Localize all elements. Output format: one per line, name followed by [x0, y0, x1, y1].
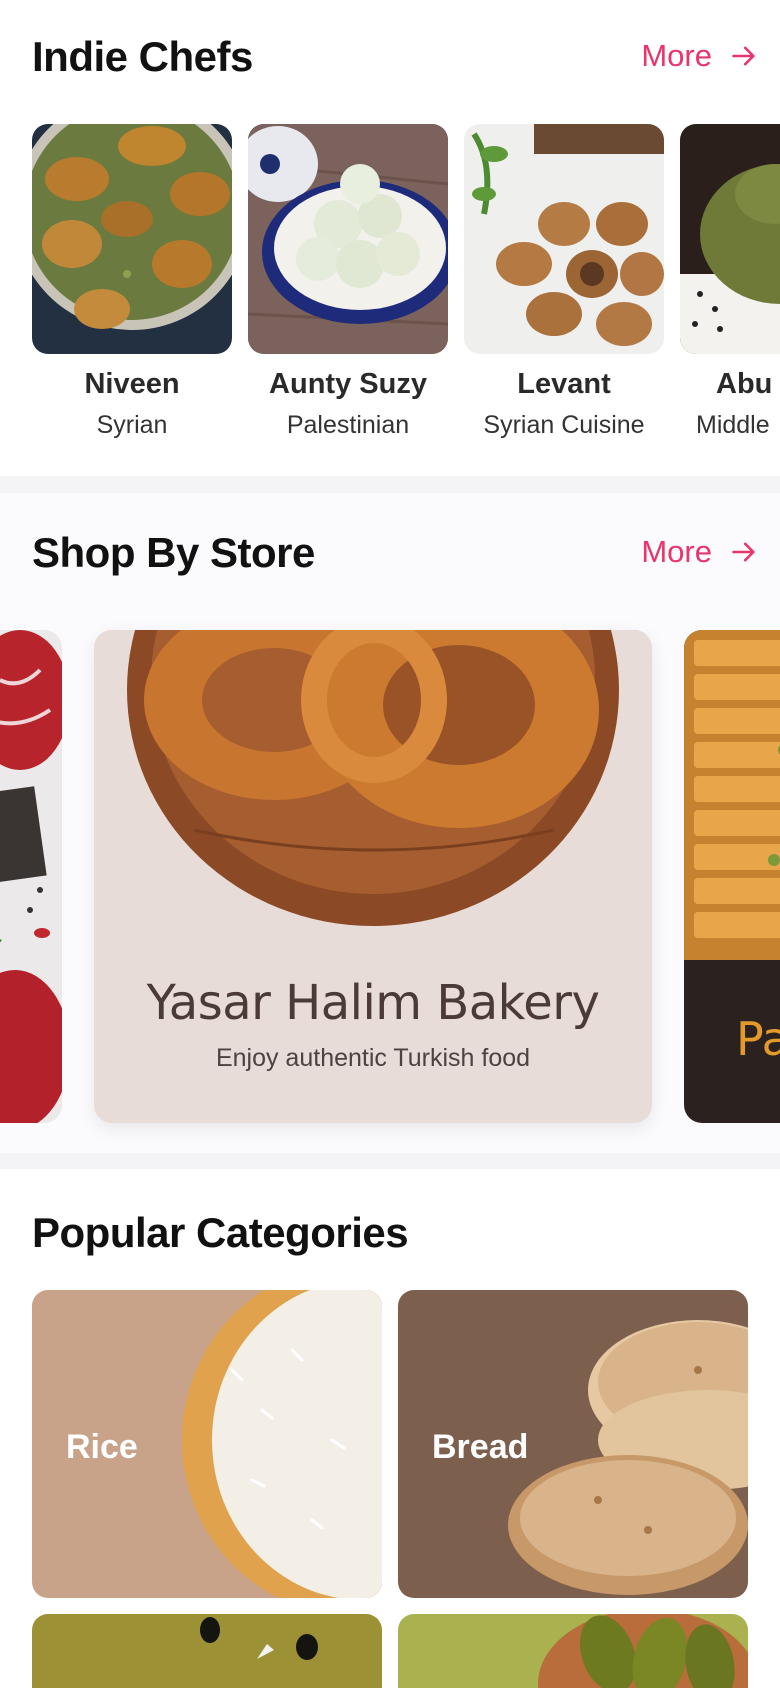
chef-card[interactable]: Aunty Suzy Palestinian [248, 124, 448, 440]
store-name: Yasar Halim Bakery [146, 975, 600, 1031]
store-card[interactable]: Pa [684, 630, 780, 1123]
chef-image [248, 124, 448, 354]
chef-card[interactable]: Abu Z Middle [680, 124, 780, 440]
section-divider [0, 476, 780, 493]
category-label: Bread [432, 1428, 529, 1466]
featured-store-card[interactable]: Yasar Halim Bakery Enjoy authentic Turki… [94, 630, 652, 1123]
section-divider [0, 1153, 780, 1169]
chef-cuisine: Middle [696, 411, 770, 439]
category-label: Rice [66, 1428, 138, 1466]
category-image [200, 1617, 318, 1660]
popular-categories-section: Popular Categories Rice Bread [0, 1169, 780, 1688]
store-card[interactable] [0, 630, 62, 1123]
store-description: Enjoy authentic Turkish food [215, 1044, 531, 1072]
section-title-popular-categories: Popular Categories [32, 1209, 409, 1256]
chef-cuisine: Syrian Cuisine [483, 411, 645, 439]
chef-name: Niveen [84, 368, 180, 400]
store-name-partial: Pa [736, 1012, 780, 1066]
section-title-indie-chefs: Indie Chefs [32, 33, 253, 80]
category-image [538, 1614, 748, 1688]
chef-image [464, 124, 664, 354]
chef-name: Levant [517, 368, 611, 400]
arrow-right-icon [732, 542, 755, 562]
chef-card[interactable]: Niveen Syrian [32, 124, 232, 440]
store-image [94, 630, 652, 960]
chef-cuisine: Palestinian [286, 411, 410, 439]
section-title-shop-by-store: Shop By Store [32, 529, 315, 576]
category-card-bread[interactable]: Bread [398, 1290, 748, 1598]
category-card[interactable] [32, 1614, 382, 1688]
chef-card[interactable]: Levant Syrian Cuisine [464, 124, 664, 440]
chef-image [32, 124, 232, 354]
chef-cuisine: Syrian [96, 411, 168, 439]
indie-chefs-section: Indie Chefs More Niveen Syrian Aunty Suz… [0, 0, 780, 476]
chefs-more-button[interactable]: More [641, 38, 758, 74]
chef-image [680, 124, 780, 354]
chef-name: Abu Z [716, 368, 780, 400]
category-card-rice[interactable]: Rice [32, 1290, 382, 1598]
shop-by-store-section: Shop By Store More Yasar Halim Bakery En… [0, 493, 780, 1153]
more-label: More [641, 534, 712, 569]
category-card[interactable] [398, 1614, 748, 1688]
store-image [0, 630, 62, 1123]
store-image [684, 630, 780, 960]
chef-name: Aunty Suzy [269, 368, 427, 400]
more-label: More [641, 38, 712, 73]
arrow-right-icon [732, 46, 755, 66]
stores-more-button[interactable]: More [641, 534, 758, 570]
